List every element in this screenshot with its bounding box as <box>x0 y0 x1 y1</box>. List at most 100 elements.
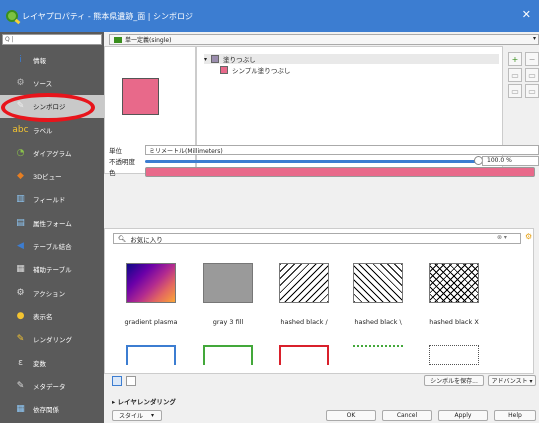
ok-button[interactable]: OK <box>326 410 376 421</box>
lock-layer-button[interactable]: ▭ <box>508 68 522 82</box>
icon-view-icon[interactable] <box>112 376 122 386</box>
symbol-hashed-backslash[interactable] <box>353 263 403 303</box>
sidebar-item[interactable]: ✎ レンダリング <box>0 328 104 351</box>
style-manager-icon[interactable]: ⚙ <box>525 232 532 241</box>
cancel-button[interactable]: Cancel <box>382 410 432 421</box>
list-view-icon[interactable] <box>126 376 136 386</box>
symbol-label: hashed black X <box>429 318 479 326</box>
sidebar-item-label: アクション <box>33 289 66 298</box>
title-bar: レイヤプロパティ - 熊本県遺跡_面 | シンボロジ ✕ <box>0 0 539 32</box>
sidebar-item-label: ソース <box>33 79 53 88</box>
symbol-gradient-plasma[interactable] <box>126 263 176 303</box>
tree-layer-label: シンプル塗りつぶし <box>232 67 291 75</box>
labels-icon: abc <box>12 124 29 135</box>
library-toolbar: シンボルを保存... アドバンスト ▾ <box>104 374 536 388</box>
symbol-hashed-slash[interactable] <box>279 263 329 303</box>
opacity-spinbox[interactable]: 100.0 % <box>482 156 539 166</box>
info-icon: i <box>19 54 22 65</box>
symbol-gray-fill[interactable] <box>203 263 253 303</box>
sidebar-item[interactable]: ✎ メタデータ <box>0 374 104 397</box>
layer-rendering-label: レイヤレンダリング <box>117 398 176 406</box>
symbol-hashed-x[interactable] <box>429 263 479 303</box>
sidebar-item-label: レンダリング <box>33 336 72 345</box>
sidebar-item-label: 3Dビュー <box>33 173 62 182</box>
color-label: 色 <box>109 169 116 177</box>
sidebar-item[interactable]: ▦ 依存関係 <box>0 397 104 420</box>
remove-layer-button[interactable]: − <box>525 52 539 66</box>
symbol-label: hashed black \ <box>354 318 402 326</box>
sidebar-search-input[interactable]: Q | <box>2 34 102 45</box>
symbol-label: gradient plasma <box>124 318 178 326</box>
sidebar-item[interactable]: ⚙ ソース <box>0 71 104 94</box>
symbol-preview-swatch <box>122 78 159 115</box>
diagram-icon: ◔ <box>16 147 25 158</box>
symbol-outline-green[interactable] <box>203 345 253 365</box>
sidebar-item-label: ダイアグラム <box>33 149 72 158</box>
sidebar-item[interactable]: ⚙ アクション <box>0 281 104 304</box>
sidebar-item-label: 表示名 <box>33 312 53 321</box>
symbol-dotted-outline[interactable] <box>353 345 403 365</box>
close-icon[interactable]: ✕ <box>522 8 531 21</box>
style-button[interactable]: スタイル ▾ <box>112 410 162 421</box>
sidebar-item[interactable]: i 情報 <box>0 48 104 71</box>
sidebar-item[interactable]: ▤ 属性フォーム <box>0 211 104 234</box>
sidebar: Q | i 情報 ⚙ ソース ✎ シンボロジ abc ラベル ◔ ダイアグラム ◆ 3Dビュー ▥ フィー… <box>0 32 104 423</box>
sidebar-item[interactable]: ◆ 3Dビュー <box>0 164 104 187</box>
help-button[interactable]: Help <box>494 410 536 421</box>
highlight-circle <box>1 93 95 122</box>
add-layer-button[interactable]: + <box>508 52 522 66</box>
sidebar-item-label: 変数 <box>33 359 46 368</box>
opacity-label: 不透明度 <box>109 158 135 166</box>
sidebar-item[interactable]: ▦ 補助テーブル <box>0 258 104 281</box>
source-icon: ⚙ <box>16 77 25 88</box>
library-search-input[interactable]: 🔍︎ お気に入り <box>113 233 521 244</box>
library-search-text: お気に入り <box>130 235 163 244</box>
sidebar-item-label: 補助テーブル <box>33 266 72 275</box>
sidebar-item[interactable]: ● 表示名 <box>0 304 104 327</box>
renderer-type-select[interactable]: 単一定義(single) ▾ <box>109 34 539 45</box>
move-down-button[interactable]: ▭ <box>525 84 539 98</box>
single-symbol-icon <box>114 36 122 43</box>
clear-icon[interactable]: ⊗ ▾ <box>497 234 507 241</box>
advanced-button[interactable]: アドバンスト ▾ <box>488 375 536 386</box>
metadata-icon: ✎ <box>16 380 25 391</box>
sidebar-item[interactable]: ▥ フィールド <box>0 188 104 211</box>
fields-icon: ▥ <box>16 194 25 205</box>
renderer-type-label: 単一定義(single) <box>125 37 172 44</box>
symbol-outline-blue[interactable] <box>126 345 176 365</box>
save-symbol-button[interactable]: シンボルを保存... <box>424 375 484 386</box>
sidebar-item-label: テーブル結合 <box>33 243 72 252</box>
symbol-dotted-box[interactable] <box>429 345 479 365</box>
layer-rendering-section[interactable]: ▸ レイヤレンダリング <box>112 396 176 406</box>
sidebar-item[interactable]: ε 変数 <box>0 351 104 374</box>
display-icon: ● <box>16 310 25 321</box>
sidebar-item-label: フィールド <box>33 196 66 205</box>
chevron-down-icon: ▾ <box>151 412 155 419</box>
apply-button[interactable]: Apply <box>438 410 488 421</box>
opacity-row: 不透明度 100.0 % <box>109 156 539 166</box>
tree-row-fill[interactable]: ▾ 塗りつぶし <box>204 54 499 64</box>
joins-icon: ◀ <box>17 241 24 252</box>
collapse-arrow-icon[interactable]: ▾ <box>204 56 207 63</box>
color-button[interactable] <box>145 167 535 177</box>
sidebar-item-label: 情報 <box>33 56 46 65</box>
duplicate-layer-button[interactable]: ▭ <box>525 68 539 82</box>
sidebar-item[interactable]: ◀ テーブル結合 <box>0 234 104 257</box>
symbol-outline-red[interactable] <box>279 345 329 365</box>
tree-row-simple-fill[interactable]: シンプル塗りつぶし <box>220 65 499 75</box>
opacity-slider[interactable] <box>145 160 479 163</box>
unit-select[interactable]: ミリメートル(Millimeters) <box>145 145 539 155</box>
symbol-library: 🔍︎ お気に入り ⊗ ▾ ⚙ gradient plasma gray 3 fi… <box>104 228 534 374</box>
expand-arrow-icon: ▸ <box>112 398 116 406</box>
sidebar-item-label: 属性フォーム <box>33 219 72 228</box>
symbol-label: gray 3 fill <box>212 318 244 326</box>
sidebar-item-label: 依存関係 <box>33 406 59 415</box>
sidebar-item-label: ラベル <box>33 126 53 135</box>
move-up-button[interactable]: ▭ <box>508 84 522 98</box>
chevron-down-icon: ▾ <box>532 35 536 42</box>
sidebar-item-label: メタデータ <box>33 382 66 391</box>
actions-icon: ⚙ <box>16 287 25 298</box>
sidebar-item[interactable]: ◔ ダイアグラム <box>0 141 104 164</box>
tree-fill-label: 塗りつぶし <box>223 56 256 64</box>
dialog-footer: ▸ レイヤレンダリング スタイル ▾ OK Cancel Apply Help <box>104 397 539 423</box>
